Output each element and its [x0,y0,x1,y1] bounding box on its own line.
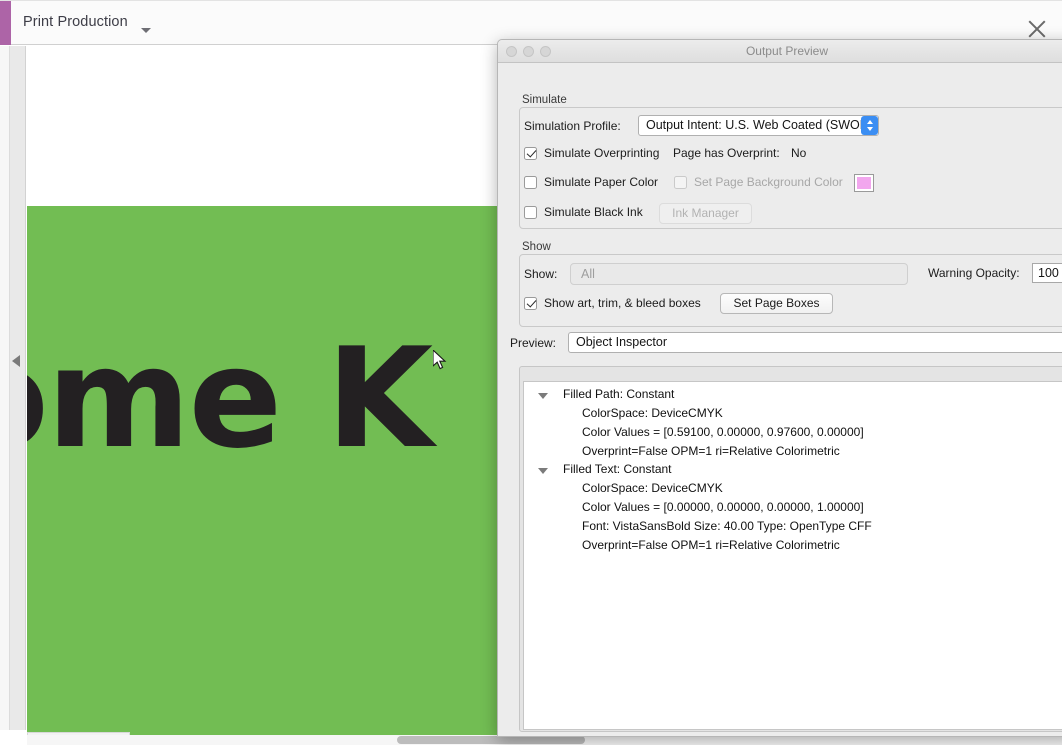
show-boxes-checkbox[interactable] [524,297,537,310]
inspector-node[interactable]: Overprint=False OPM=1 ri=Relative Colori… [582,538,840,552]
page-has-overprint-label: Page has Overprint: [673,146,780,160]
disclosure-triangle-icon[interactable] [538,393,548,399]
show-group-label: Show [522,241,551,253]
page-background-color-fill [857,177,871,189]
ink-manager-button: Ink Manager [659,203,752,224]
simulate-group-label: Simulate [522,94,567,106]
simulate-paper-color-label: Simulate Paper Color [544,175,659,189]
warning-opacity-input[interactable]: 100 [1032,263,1062,283]
inspector-node[interactable]: Filled Path: Constant [563,387,674,401]
chevron-down-icon[interactable] [141,28,151,33]
object-inspector-frame: Filled Path: Constant ColorSpace: Device… [519,366,1062,732]
left-rail-strip [0,46,10,730]
show-label: Show: [524,267,558,281]
set-page-background-color-label: Set Page Background Color [694,175,843,189]
left-navigation-rail [0,46,26,730]
inspector-node[interactable]: Color Values = [0.59100, 0.00000, 0.9760… [582,425,864,439]
collapse-left-icon[interactable] [12,355,20,367]
inspector-node[interactable]: Color Values = [0.00000, 0.00000, 0.0000… [582,500,864,514]
set-page-background-color-checkbox [674,176,687,189]
page-background-color-swatch[interactable] [854,174,874,192]
disclosure-triangle-icon[interactable] [538,468,548,474]
dialog-title: Output Preview [745,44,829,58]
page-has-overprint-value: No [791,146,807,160]
preview-label: Preview: [510,336,557,350]
object-inspector-list[interactable]: Filled Path: Constant ColorSpace: Device… [523,381,1062,730]
inspector-node[interactable]: Overprint=False OPM=1 ri=Relative Colori… [582,444,840,458]
tool-accent-bar [0,1,11,45]
simulate-overprinting-label: Simulate Overprinting [544,146,660,160]
output-preview-dialog: Output Preview Simulate Simulation Profi… [497,39,1062,737]
inspector-node[interactable]: Filled Text: Constant [563,462,672,476]
dialog-body: Simulate Simulation Profile: Output Inte… [498,63,1062,736]
page-headline-text: ome K [27,318,433,479]
inspector-node[interactable]: ColorSpace: DeviceCMYK [582,481,723,495]
simulate-overprinting-checkbox[interactable] [524,147,537,160]
dialog-titlebar[interactable]: Output Preview [498,40,1062,63]
warning-opacity-label: Warning Opacity: [928,266,1020,280]
simulation-profile-stepper-icon[interactable] [861,116,878,135]
inspector-node[interactable]: Font: VistaSansBold Size: 40.00 Type: Op… [582,519,872,533]
simulate-paper-color-checkbox[interactable] [524,176,537,189]
set-page-boxes-button[interactable]: Set Page Boxes [720,293,833,314]
app-window: ome K 8.50 x 11.00 in Print Production O… [0,0,1062,745]
preview-mode-select[interactable]: Object Inspector [568,332,1062,353]
simulate-black-ink-label: Simulate Black Ink [544,205,643,219]
toolbar-top-divider [0,0,1062,1]
simulation-profile-select[interactable]: Output Intent: U.S. Web Coated (SWOP) v2 [638,115,879,136]
tool-panel-title: Print Production [23,14,128,30]
inspector-node[interactable]: ColorSpace: DeviceCMYK [582,406,723,420]
simulation-profile-label: Simulation Profile: [524,119,621,133]
horizontal-scrollbar-thumb[interactable] [397,736,585,744]
show-boxes-label: Show art, trim, & bleed boxes [544,296,701,310]
show-select[interactable]: All [570,263,908,285]
simulate-black-ink-checkbox[interactable] [524,206,537,219]
